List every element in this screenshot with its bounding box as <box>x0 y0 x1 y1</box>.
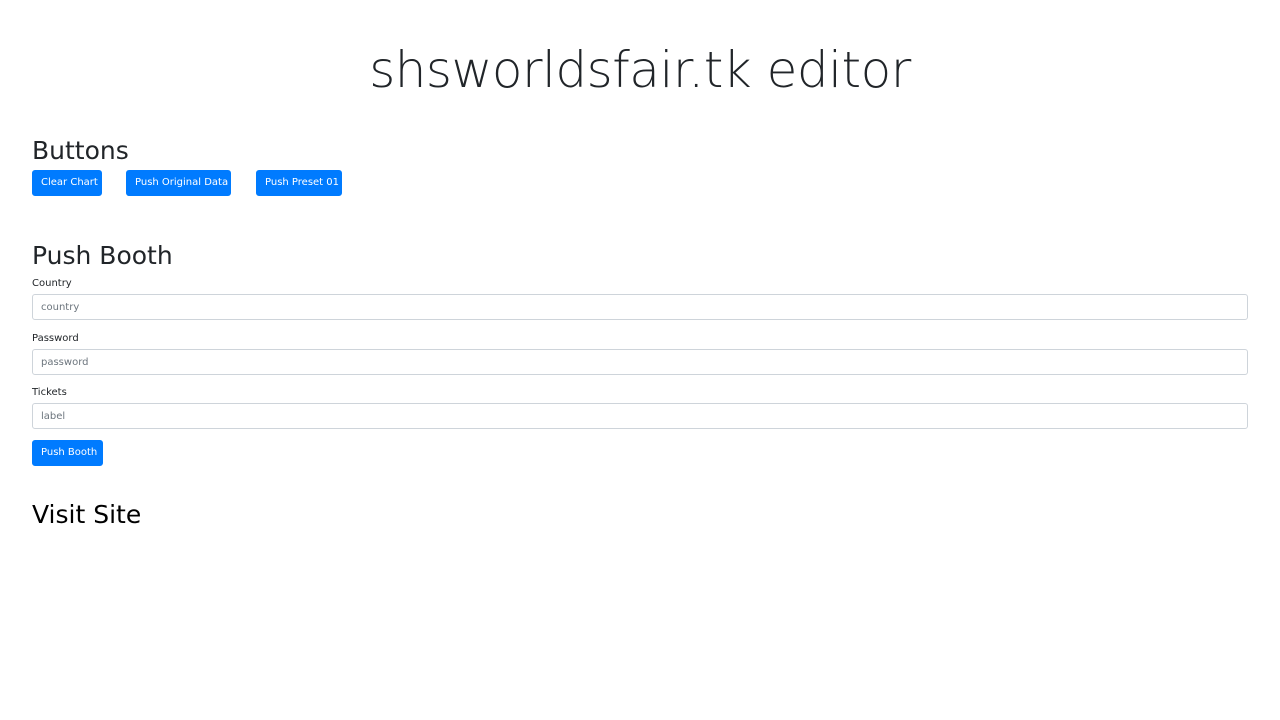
buttons-heading: Buttons <box>32 136 129 165</box>
password-input[interactable] <box>32 349 1248 375</box>
push-preset-button[interactable]: Push Preset 01 <box>256 170 342 196</box>
page-title: shsworldsfair.tk editor <box>369 41 911 99</box>
visit-site-heading: Visit Site <box>32 500 142 529</box>
tickets-input[interactable] <box>32 403 1248 429</box>
clear-chart-button[interactable]: Clear Chart <box>32 170 102 196</box>
country-input[interactable] <box>32 294 1248 320</box>
push-booth-heading: Push Booth <box>32 241 173 270</box>
password-label: Password <box>32 333 79 344</box>
push-original-data-button[interactable]: Push Original Data <box>126 170 231 196</box>
country-label: Country <box>32 278 72 289</box>
push-booth-button[interactable]: Push Booth <box>32 440 103 466</box>
tickets-label: Tickets <box>32 387 67 398</box>
